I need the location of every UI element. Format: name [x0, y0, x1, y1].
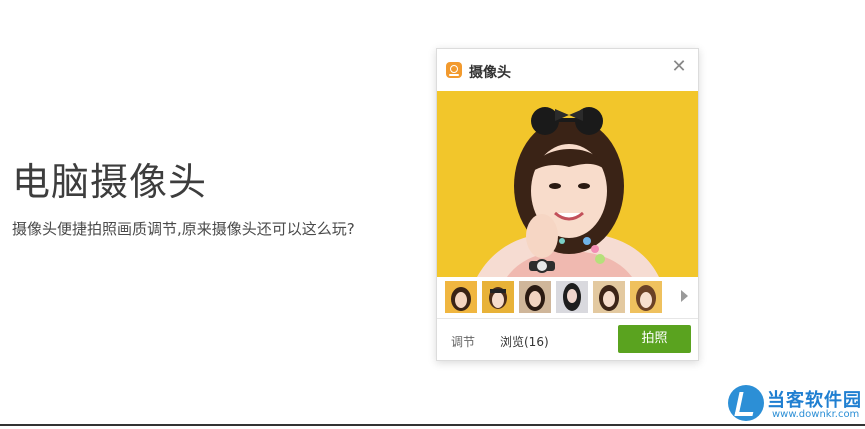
- chevron-right-icon[interactable]: [681, 290, 688, 302]
- window-titlebar: 摄像头 ✕: [437, 49, 698, 91]
- camera-preview: [437, 91, 698, 277]
- photo-thumbnail[interactable]: [519, 281, 551, 313]
- camera-window: 摄像头 ✕ 调节 浏览(16) 拍照: [436, 48, 699, 361]
- window-footer: 调节 浏览(16) 拍照: [437, 319, 698, 360]
- photo-thumbnail[interactable]: [556, 281, 588, 313]
- camera-app-icon: [446, 62, 462, 78]
- preview-image: [437, 91, 698, 277]
- page-subtitle: 摄像头便捷拍照画质调节,原来摄像头还可以这么玩?: [12, 220, 355, 238]
- watermark-url: www.downkr.com: [772, 409, 860, 420]
- page-title: 电脑摄像头: [12, 160, 208, 204]
- thumbnail-strip: [437, 277, 698, 319]
- photo-thumbnail[interactable]: [445, 281, 477, 313]
- site-logo-icon: [728, 385, 764, 421]
- take-photo-button[interactable]: 拍照: [618, 325, 691, 353]
- window-title: 摄像头: [469, 65, 511, 81]
- photo-thumbnail[interactable]: [630, 281, 662, 313]
- adjust-button[interactable]: 调节: [451, 333, 475, 350]
- browse-button[interactable]: 浏览(16): [500, 333, 549, 350]
- divider: [0, 424, 865, 426]
- photo-thumbnail[interactable]: [593, 281, 625, 313]
- watermark-logo: 当客软件园 www.downkr.com: [728, 383, 865, 423]
- close-icon[interactable]: ✕: [670, 58, 688, 76]
- photo-thumbnail[interactable]: [482, 281, 514, 313]
